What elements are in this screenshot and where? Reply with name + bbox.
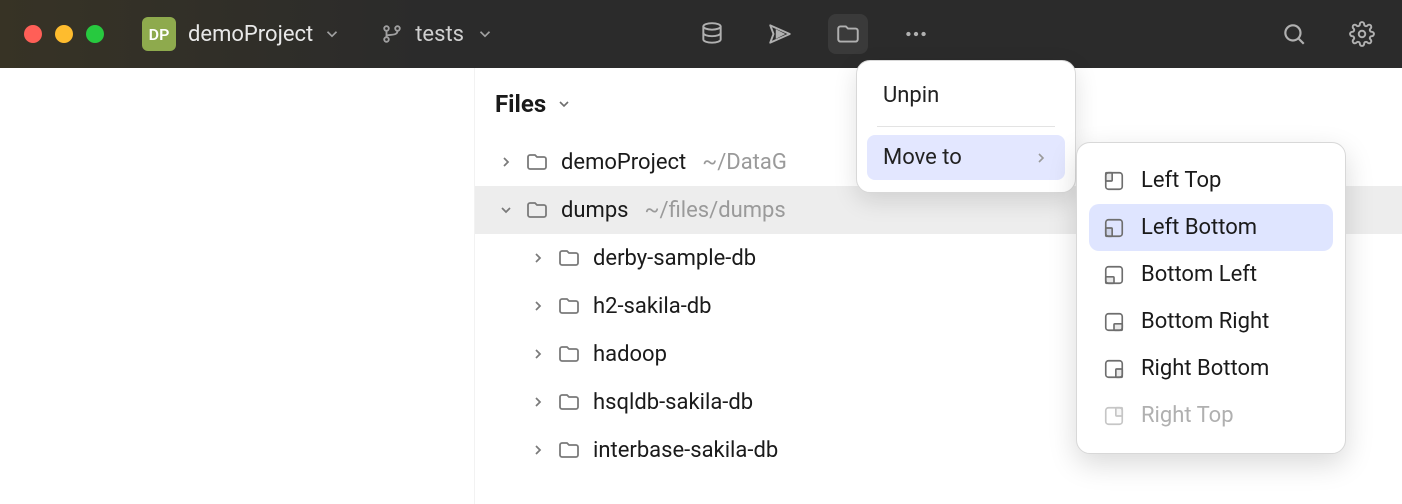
chevron-right-icon[interactable] <box>527 298 549 314</box>
panel-title: Files <box>495 90 546 118</box>
editor-area <box>0 68 474 504</box>
dock-right-top-icon <box>1103 405 1125 427</box>
folder-icon <box>557 438 581 462</box>
folder-icon <box>557 390 581 414</box>
submenu-item-label: Bottom Left <box>1141 262 1257 287</box>
search-icon[interactable] <box>1274 14 1314 54</box>
folder-icon <box>525 150 549 174</box>
submenu-item-left-bottom[interactable]: Left Bottom <box>1089 204 1333 251</box>
dock-left-top-icon <box>1103 170 1125 192</box>
close-window-button[interactable] <box>24 25 42 43</box>
dock-bottom-left-icon <box>1103 264 1125 286</box>
vcs-branch-selector[interactable]: tests <box>381 22 494 47</box>
database-icon[interactable] <box>692 14 732 54</box>
tree-item-path: ~/files/dumps <box>645 198 786 223</box>
chevron-right-icon[interactable] <box>527 394 549 410</box>
titlebar: DP demoProject tests <box>0 0 1402 68</box>
tree-item-label: derby-sample-db <box>593 246 756 271</box>
chevron-down-icon <box>556 96 572 112</box>
folder-icon <box>525 198 549 222</box>
submenu-item-label: Bottom Right <box>1141 309 1269 334</box>
submenu-item-right-bottom[interactable]: Right Bottom <box>1089 345 1333 392</box>
folder-icon <box>557 294 581 318</box>
context-menu: Unpin Move to <box>856 60 1076 193</box>
tree-item-label: hadoop <box>593 342 667 367</box>
dock-right-bottom-icon <box>1103 358 1125 380</box>
menu-item-label: Unpin <box>883 83 939 108</box>
window-controls <box>24 25 104 43</box>
menu-separator <box>877 126 1055 127</box>
submenu-item-label: Right Top <box>1141 403 1234 428</box>
submenu-item-left-top[interactable]: Left Top <box>1089 157 1333 204</box>
tree-item-label: demoProject <box>561 150 686 175</box>
chevron-right-icon[interactable] <box>527 346 549 362</box>
submenu-move-to: Left Top Left Bottom Bottom Left Bottom … <box>1076 142 1346 454</box>
dock-bottom-right-icon <box>1103 311 1125 333</box>
menu-item-label: Move to <box>883 145 962 170</box>
chevron-right-icon[interactable] <box>527 250 549 266</box>
tree-item-label: dumps <box>561 198 629 223</box>
project-name-label[interactable]: demoProject <box>188 22 313 47</box>
submenu-item-bottom-left[interactable]: Bottom Left <box>1089 251 1333 298</box>
dock-left-bottom-icon <box>1103 217 1125 239</box>
tree-item-path: ~/DataG <box>702 150 787 175</box>
toolbar-far-right <box>1014 14 1382 54</box>
tree-item-label: interbase-sakila-db <box>593 438 778 463</box>
chevron-right-icon <box>1033 150 1049 166</box>
toolbar-actions <box>692 14 1382 54</box>
submenu-item-label: Right Bottom <box>1141 356 1269 381</box>
chevron-right-icon[interactable] <box>495 154 517 170</box>
branch-icon <box>381 23 403 45</box>
menu-item-unpin[interactable]: Unpin <box>867 73 1065 118</box>
chevron-down-icon[interactable] <box>323 25 341 43</box>
project-avatar: DP <box>142 17 176 51</box>
run-icon[interactable] <box>760 14 800 54</box>
folder-icon <box>557 246 581 270</box>
submenu-item-right-top: Right Top <box>1089 392 1333 439</box>
submenu-item-label: Left Top <box>1141 168 1221 193</box>
submenu-item-label: Left Bottom <box>1141 215 1257 240</box>
chevron-down-icon[interactable] <box>495 202 517 218</box>
chevron-right-icon[interactable] <box>527 442 549 458</box>
files-tool-window-icon[interactable] <box>828 14 868 54</box>
minimize-window-button[interactable] <box>55 25 73 43</box>
branch-name-label: tests <box>415 22 464 47</box>
menu-item-move-to[interactable]: Move to <box>867 135 1065 180</box>
fullscreen-window-button[interactable] <box>86 25 104 43</box>
gear-icon[interactable] <box>1342 14 1382 54</box>
more-icon[interactable] <box>896 14 936 54</box>
folder-icon <box>557 342 581 366</box>
tree-item-label: h2-sakila-db <box>593 294 712 319</box>
chevron-down-icon <box>476 25 494 43</box>
submenu-item-bottom-right[interactable]: Bottom Right <box>1089 298 1333 345</box>
tree-item-label: hsqldb-sakila-db <box>593 390 753 415</box>
